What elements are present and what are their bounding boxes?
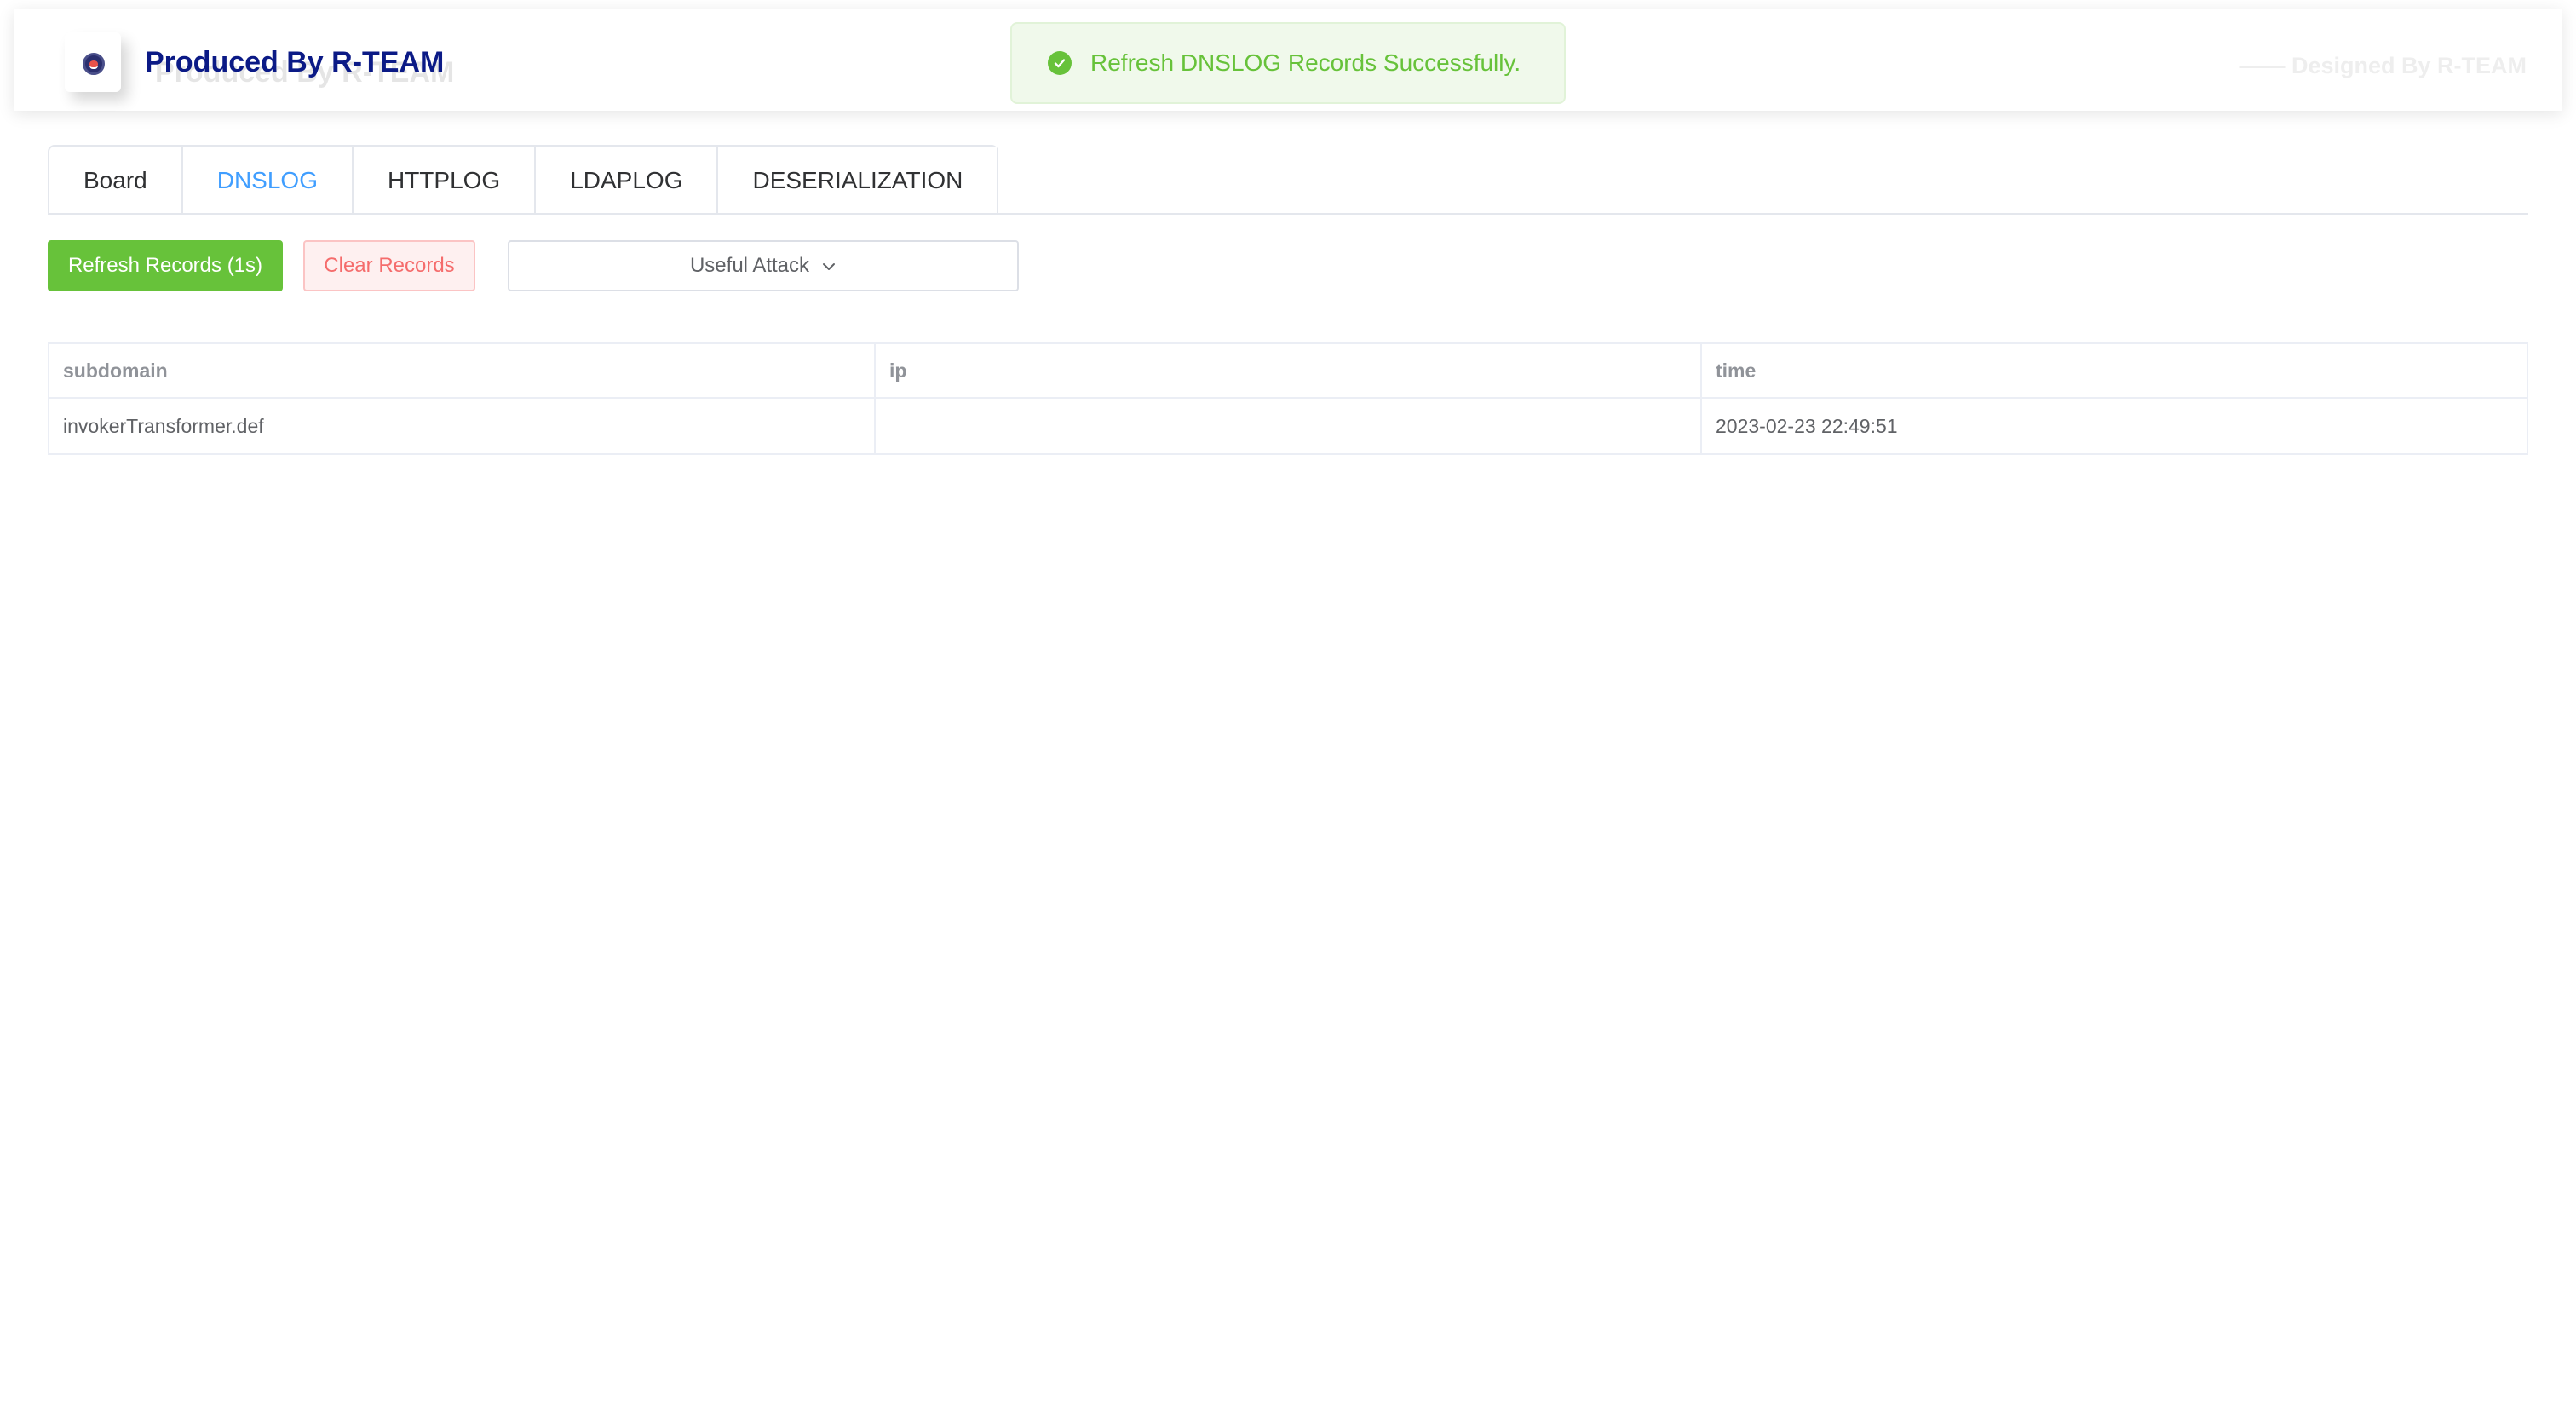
cell-time: 2023-02-23 22:49:51 (1700, 399, 2527, 453)
column-header-ip[interactable]: ip (874, 344, 1700, 397)
toast-message: Refresh DNSLOG Records Successfully. (1090, 49, 1521, 76)
tab-deserialization[interactable]: DESERIALIZATION (716, 147, 998, 215)
column-header-time[interactable]: time (1700, 344, 2527, 397)
brand-title: Produced By R-TEAM (145, 46, 445, 78)
tab-bar: Board DNSLOG HTTPLOG LDAPLOG DESERIALIZA… (48, 145, 999, 216)
clear-records-button[interactable]: Clear Records (303, 240, 475, 291)
tab-dnslog[interactable]: DNSLOG (181, 147, 353, 216)
table-row[interactable]: invokerTransformer.def 2023-02-23 22:49:… (49, 399, 2527, 453)
cell-ip (874, 399, 1700, 453)
column-header-subdomain[interactable]: subdomain (49, 344, 874, 397)
check-circle-icon (1048, 51, 1072, 75)
designed-by-text: —— Designed By R-TEAM (2239, 53, 2527, 78)
dnslog-records-table: subdomain ip time invokerTransformer.def… (48, 342, 2528, 455)
tab-board[interactable]: Board (49, 147, 181, 215)
logo[interactable] (65, 32, 121, 92)
tab-ldaplog[interactable]: LDAPLOG (534, 147, 717, 215)
brand-title-wrap: Produced By R-TEAM Produced By R-TEAM (145, 46, 454, 89)
cell-subdomain: invokerTransformer.def (63, 414, 264, 437)
refresh-records-button[interactable]: Refresh Records (1s) (48, 240, 283, 291)
tab-httplog[interactable]: HTTPLOG (351, 147, 535, 215)
table-header-row: subdomain ip time (49, 344, 2527, 399)
useful-attack-label: Useful Attack (689, 254, 810, 277)
useful-attack-dropdown[interactable]: Useful Attack (508, 240, 1019, 291)
pokeball-logo-icon (83, 53, 105, 75)
success-toast: Refresh DNSLOG Records Successfully. (1010, 22, 1566, 104)
chevron-down-icon (821, 254, 837, 278)
tab-divider (48, 213, 2528, 215)
